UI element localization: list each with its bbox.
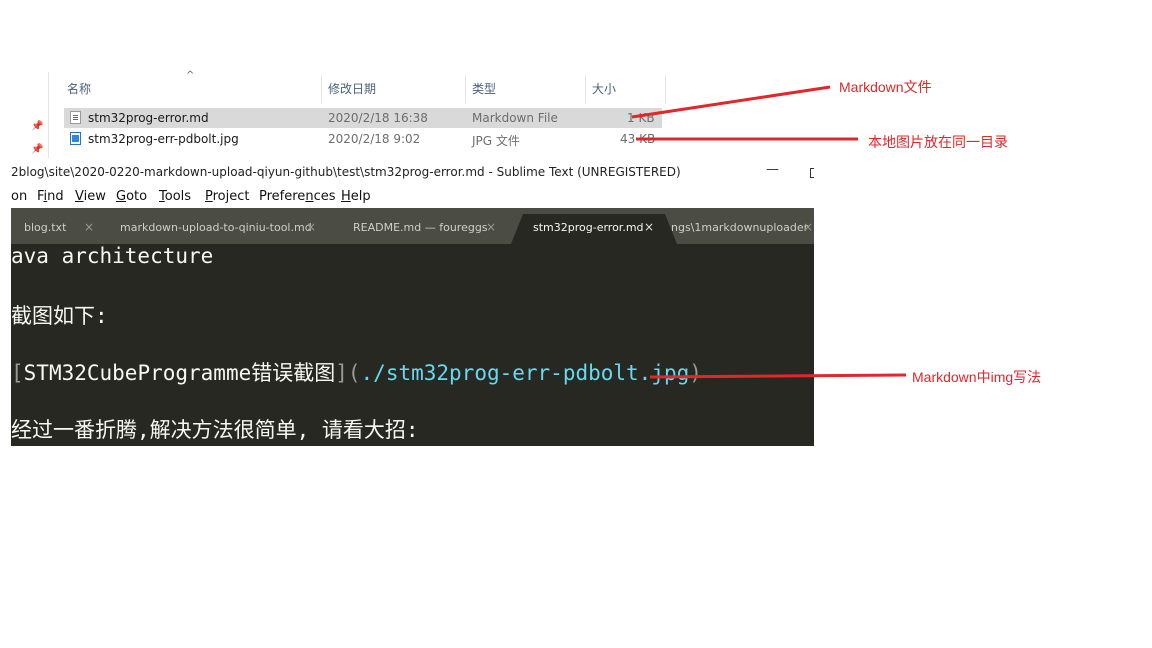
file-modified: 2020/2/18 9:02 [328,132,421,146]
file-modified: 2020/2/18 16:38 [328,111,428,125]
tab-blog-txt[interactable]: blog.txt × [11,214,101,244]
menu-item-selection[interactable]: on [11,189,27,204]
title-bar[interactable]: 2blog\site\2020-0220-markdown-upload-qiy… [11,158,814,186]
tab-markdownuploader[interactable]: ngs\1markdownuploader × [671,214,814,244]
tab-label: stm32prog-error.md [533,221,644,234]
column-separator[interactable] [665,75,666,103]
editor-line: 截图如下: [11,304,108,328]
tab-label: blog.txt [24,221,67,234]
jpg-file-icon [70,132,81,145]
close-icon[interactable]: × [84,220,94,234]
file-row-stm32prog-error-md[interactable]: stm32prog-error.md 2020/2/18 16:38 Markd… [64,108,662,128]
menu-item-goto[interactable]: Goto [116,189,147,204]
pin-icon[interactable]: 📌 [31,144,43,156]
annotation-markdown-file: Markdown文件 [839,79,932,95]
nav-pane-divider [48,72,49,158]
tab-stm32prog-error-md[interactable]: stm32prog-error.md × [523,214,665,244]
menu-item-tools[interactable]: Tools [159,189,191,204]
link-url: ./stm32prog-err-pdbolt.jpg [360,361,690,385]
editor-line-image-link: [STM32CubeProgramme错误截图](./stm32prog-err… [11,357,702,387]
tab-markdown-upload-to-qiniu-tool[interactable]: markdown-upload-to-qiniu-tool.md × [107,214,337,244]
column-header-size[interactable]: 大小 [592,80,616,97]
column-separator[interactable] [321,75,322,103]
annotation-img-syntax: Markdown中img写法 [912,369,1042,385]
annotation-same-directory: 本地图片放在同一目录 [868,134,1008,150]
sort-ascending-icon: ^ [186,70,195,81]
markdown-file-icon [70,111,81,124]
close-icon[interactable]: × [486,220,496,234]
file-explorer: 📌 📌 ^ 名称 修改日期 类型 大小 stm32prog-error.md 2… [0,70,815,158]
tab-label: README.md — foureggs [353,221,488,234]
editor-line: 经过一番折腾,解决方法很简单, 请看大招: [11,418,419,442]
column-separator[interactable] [465,75,466,103]
menu-item-find[interactable]: Find [37,189,64,204]
close-icon[interactable]: × [644,220,654,234]
tab-bar: blog.txt × markdown-upload-to-qiniu-tool… [11,208,814,274]
file-type: Markdown File [472,111,558,125]
close-icon[interactable]: × [803,220,813,234]
link-bracket: ) [689,361,702,385]
tab-readme-foureggs[interactable]: README.md — foureggs × [341,214,511,244]
maximize-button[interactable] [810,168,814,178]
menu-item-view[interactable]: View [75,189,106,204]
link-bracket: [ [11,361,24,385]
link-bracket: ]( [335,361,361,385]
file-name: stm32prog-err-pdbolt.jpg [88,132,239,146]
close-icon[interactable]: × [306,220,316,234]
minimize-button[interactable]: — [766,162,779,177]
tab-label: markdown-upload-to-qiniu-tool.md [120,221,312,234]
file-size: 43 KB [620,132,656,146]
editor-area[interactable]: ava architecture 截图如下: [STM32CubeProgram… [11,244,814,446]
column-header-type[interactable]: 类型 [472,80,496,97]
tab-label: ngs\1markdownuploader [671,221,809,234]
file-type: JPG 文件 [472,134,520,148]
link-alt-text: STM32CubeProgramme错误截图 [23,361,336,385]
menu-item-project[interactable]: Project [205,189,250,204]
file-name: stm32prog-error.md [88,111,209,125]
menu-bar: on Find View Goto Tools Project Preferen… [11,186,814,208]
menu-item-help[interactable]: Help [341,189,371,204]
sublime-text-window: 2blog\site\2020-0220-markdown-upload-qiy… [11,158,814,446]
column-header-name[interactable]: 名称 [67,80,91,97]
menu-item-preferences[interactable]: Preferences [259,189,335,204]
file-row-stm32prog-err-pdbolt-jpg[interactable]: stm32prog-err-pdbolt.jpg 2020/2/18 9:02 … [64,129,662,149]
column-header-modified[interactable]: 修改日期 [328,80,376,97]
pin-icon[interactable]: 📌 [31,121,43,133]
file-size: 1 KB [627,111,655,125]
window-title: 2blog\site\2020-0220-markdown-upload-qiy… [11,165,681,179]
column-separator[interactable] [585,75,586,103]
editor-line: ava architecture [11,244,214,268]
